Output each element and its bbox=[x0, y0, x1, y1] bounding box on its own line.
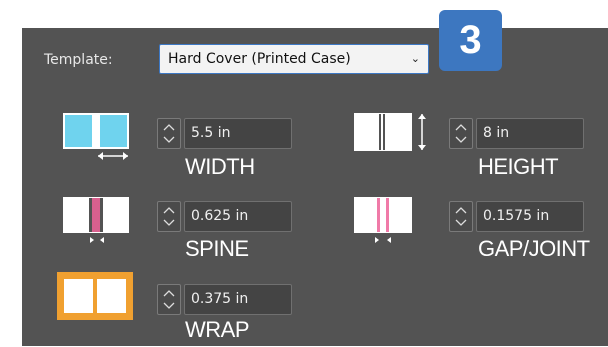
height-caption: HEIGHT bbox=[478, 154, 559, 179]
gap-joint-caption: GAP/JOINT bbox=[478, 236, 590, 261]
width-input[interactable]: 5.5 in bbox=[184, 118, 292, 149]
gap-joint-stepper[interactable] bbox=[449, 201, 473, 232]
spine-input[interactable]: 0.625 in bbox=[184, 201, 292, 232]
wrap-stepper[interactable] bbox=[157, 284, 181, 315]
template-label: Template: bbox=[44, 52, 113, 68]
wrap-input[interactable]: 0.375 in bbox=[184, 284, 292, 315]
width-caption: WIDTH bbox=[185, 154, 255, 179]
chevron-down-icon: ⌄ bbox=[410, 52, 420, 65]
step-number-badge: 3 bbox=[439, 10, 502, 71]
height-icon bbox=[354, 113, 426, 151]
template-selected-value: Hard Cover (Printed Case) bbox=[168, 51, 351, 67]
gap-joint-input[interactable]: 0.1575 in bbox=[476, 201, 584, 232]
width-icon bbox=[63, 113, 129, 160]
gap-joint-icon bbox=[354, 197, 412, 243]
template-dropdown[interactable]: Hard Cover (Printed Case) ⌄ bbox=[159, 44, 429, 74]
wrap-icon bbox=[57, 272, 133, 320]
wrap-caption: WRAP bbox=[185, 317, 250, 342]
spine-stepper[interactable] bbox=[157, 201, 181, 232]
width-stepper[interactable] bbox=[157, 118, 181, 149]
height-stepper[interactable] bbox=[449, 118, 473, 149]
spine-caption: SPINE bbox=[185, 236, 249, 261]
spine-icon bbox=[63, 197, 129, 243]
height-input[interactable]: 8 in bbox=[476, 118, 584, 149]
